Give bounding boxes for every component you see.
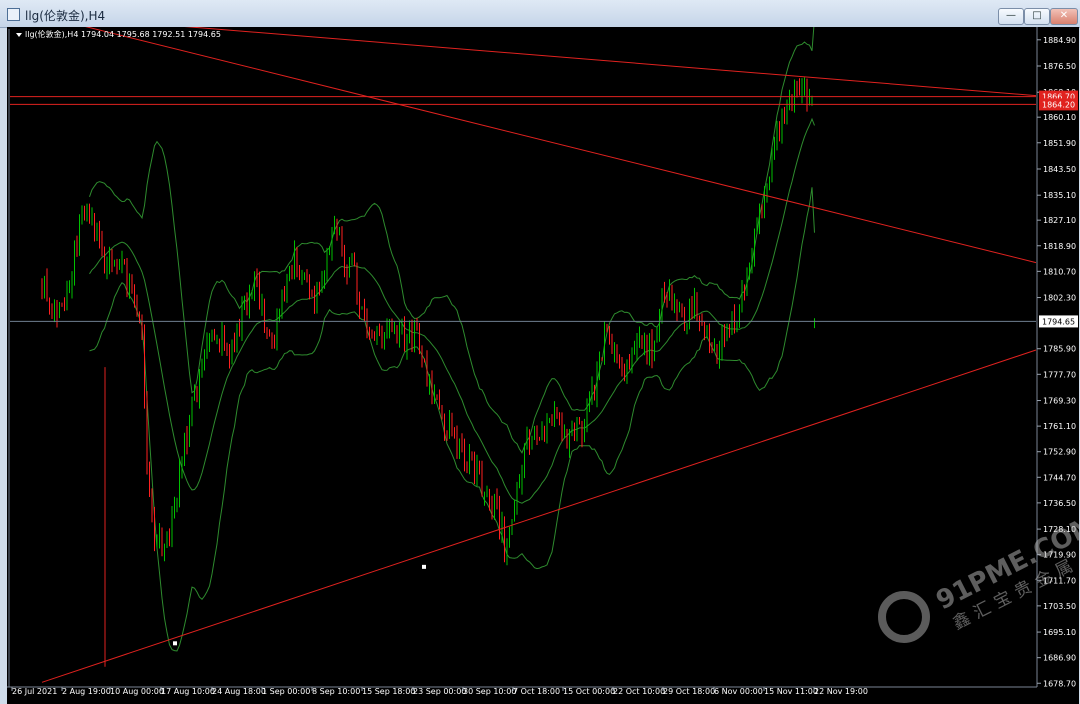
price-tick-label-15: 1752.90 [1043, 448, 1076, 457]
chart-header-info: llg(伦敦金),H4 1794.04 1795.68 1792.51 1794… [25, 29, 221, 39]
price-tick-label-14: 1761.10 [1043, 422, 1076, 431]
chart-window: llg(伦敦金),H4 — □ ✕ 1884.901876.501868.101… [0, 0, 1080, 704]
price-tick-label-0: 1884.90 [1043, 36, 1076, 45]
price-tick-label-7: 1827.10 [1043, 216, 1076, 225]
maximize-button[interactable]: □ [1024, 8, 1050, 25]
price-tick-label-5: 1843.50 [1043, 165, 1076, 174]
time-tick-label-2: 10 Aug 00:00 [110, 687, 164, 696]
time-tick-label-5: 1 Sep 00:00 [262, 687, 310, 696]
hline-tag-label-1: 1864.20 [1042, 100, 1075, 109]
time-tick-label-1: 2 Aug 19:00 [62, 687, 111, 696]
price-tick-label-24: 1678.70 [1043, 679, 1076, 688]
price-tick-label-16: 1744.70 [1043, 473, 1076, 482]
time-tick-label-6: 8 Sep 10:00 [312, 687, 360, 696]
price-tick-label-22: 1695.10 [1043, 628, 1076, 637]
time-tick-label-7: 15 Sep 18:00 [362, 687, 415, 696]
price-tick-label-17: 1736.50 [1043, 499, 1076, 508]
minimize-button[interactable]: — [998, 8, 1024, 25]
price-tick-label-11: 1785.90 [1043, 345, 1076, 354]
trendline-anchor-1 [422, 564, 426, 569]
price-tick-label-1: 1876.50 [1043, 62, 1076, 71]
time-tick-label-3: 17 Aug 10:00 [161, 687, 215, 696]
time-tick-label-13: 29 Oct 18:00 [663, 687, 715, 696]
time-tick-label-14: 6 Nov 00:00 [714, 687, 763, 696]
time-tick-label-9: 30 Sep 10:00 [463, 687, 516, 696]
time-tick-label-0: 26 Jul 2021 [12, 687, 57, 696]
price-tick-label-13: 1769.30 [1043, 397, 1076, 406]
time-tick-label-4: 24 Aug 18:00 [212, 687, 266, 696]
price-tick-label-9: 1810.70 [1043, 267, 1076, 276]
price-tick-label-10: 1802.30 [1043, 294, 1076, 303]
price-tick-label-12: 1777.70 [1043, 370, 1076, 379]
window-title: llg(伦敦金),H4 [25, 9, 106, 23]
time-tick-label-10: 7 Oct 18:00 [513, 687, 560, 696]
price-tick-label-23: 1686.90 [1043, 654, 1076, 663]
price-tick-label-3: 1860.10 [1043, 113, 1076, 122]
price-chart[interactable]: 1884.901876.501868.101860.101851.901843.… [7, 27, 1079, 704]
time-tick-label-11: 15 Oct 00:00 [563, 687, 615, 696]
time-tick-label-15: 15 Nov 11:00 [764, 687, 818, 696]
price-tick-label-4: 1851.90 [1043, 139, 1076, 148]
price-tick-label-21: 1703.50 [1043, 602, 1076, 611]
time-tick-label-8: 23 Sep 00:00 [413, 687, 466, 696]
time-tick-label-12: 22 Oct 10:00 [613, 687, 665, 696]
time-axis: 26 Jul 2021 2 Aug 19:00 10 Aug 00:0017 Aug… [11, 687, 868, 696]
close-button[interactable]: ✕ [1050, 8, 1078, 25]
price-tick-label-6: 1835.10 [1043, 191, 1076, 200]
window-title-bar[interactable]: llg(伦敦金),H4 — □ ✕ [0, 0, 1080, 28]
trendline-anchor-0 [173, 641, 177, 646]
time-tick-label-16: 22 Nov 19:00 [814, 687, 868, 696]
chart-window-icon [7, 8, 20, 21]
price-tick-label-8: 1818.90 [1043, 242, 1076, 251]
current-price-tag-label: 1794.65 [1042, 317, 1075, 326]
